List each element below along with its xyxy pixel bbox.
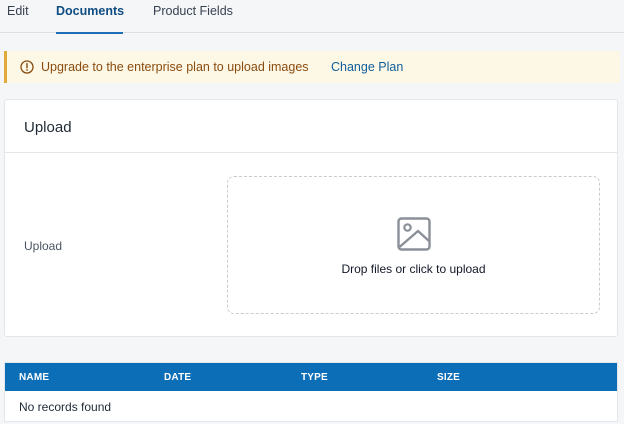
- tab-product-fields[interactable]: Product Fields: [153, 0, 233, 33]
- tab-bar: Edit Documents Product Fields: [0, 0, 624, 34]
- image-icon: [396, 216, 432, 252]
- dropzone-text: Drop files or click to upload: [341, 262, 486, 276]
- upload-card-header: Upload: [5, 100, 617, 153]
- upload-field-label: Upload: [24, 239, 63, 253]
- column-header-date[interactable]: DATE: [164, 372, 191, 383]
- documents-table: NAME DATE TYPE SIZE No records found: [4, 362, 618, 422]
- empty-state-message: No records found: [19, 400, 112, 414]
- column-header-size[interactable]: SIZE: [437, 372, 460, 383]
- banner-message: Upgrade to the enterprise plan to upload…: [41, 60, 309, 74]
- column-header-type[interactable]: TYPE: [301, 372, 328, 383]
- column-header-name[interactable]: NAME: [19, 372, 49, 383]
- tab-edit[interactable]: Edit: [7, 0, 29, 33]
- info-circle-icon: [20, 60, 34, 74]
- table-header: NAME DATE TYPE SIZE: [5, 363, 617, 391]
- change-plan-link[interactable]: Change Plan: [331, 60, 403, 74]
- upload-card-title: Upload: [24, 119, 72, 136]
- upgrade-banner: Upgrade to the enterprise plan to upload…: [4, 51, 620, 83]
- upload-card: Upload Upload Drop files or click to upl…: [4, 99, 618, 337]
- file-dropzone[interactable]: Drop files or click to upload: [227, 176, 600, 314]
- tab-documents[interactable]: Documents: [56, 0, 124, 34]
